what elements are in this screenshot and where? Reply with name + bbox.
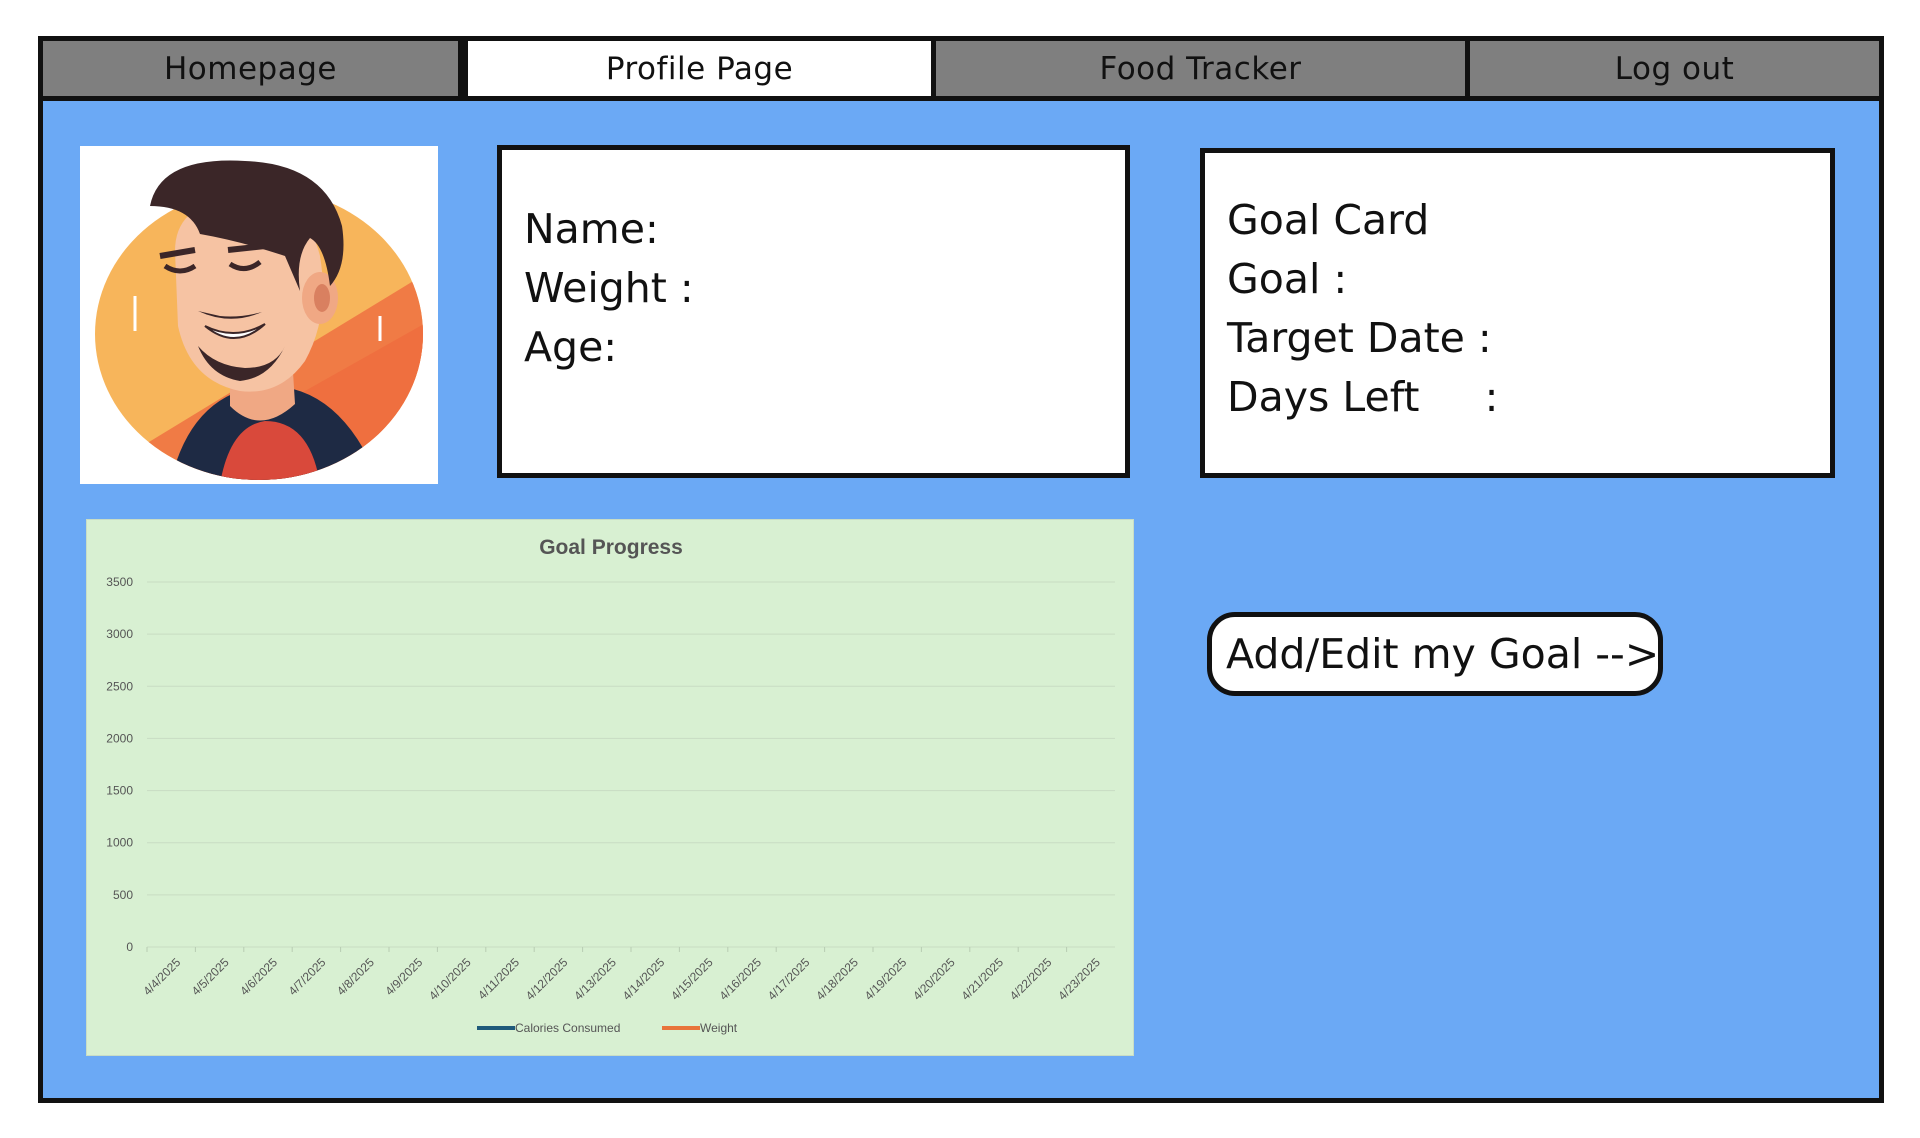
x-tick-label: 4/13/2025: [571, 955, 619, 1003]
goal-card-title: Goal Card: [1227, 196, 1430, 244]
profile-avatar: [80, 146, 438, 484]
x-tick-label: 4/6/2025: [237, 955, 280, 998]
x-tick-label: 4/15/2025: [668, 955, 716, 1003]
x-tick-label: 4/17/2025: [765, 955, 813, 1003]
y-tick-label: 1500: [106, 784, 133, 798]
tab-log-out[interactable]: Log out: [1470, 41, 1879, 96]
y-tick-label: 3500: [106, 575, 133, 589]
x-tick-label: 4/9/2025: [382, 955, 425, 998]
x-tick-label: 4/10/2025: [426, 955, 474, 1003]
add-edit-goal-button[interactable]: Add/Edit my Goal -->: [1207, 612, 1663, 696]
x-tick-label: 4/8/2025: [334, 955, 377, 998]
x-tick-label: 4/16/2025: [716, 955, 764, 1003]
legend-label: Weight: [700, 1021, 738, 1035]
x-tick-label: 4/20/2025: [910, 955, 958, 1003]
tab-homepage[interactable]: Homepage: [43, 41, 463, 96]
x-tick-label: 4/22/2025: [1007, 955, 1055, 1003]
x-tick-label: 4/5/2025: [189, 955, 232, 998]
goal-label: Goal :: [1227, 255, 1348, 303]
x-tick-label: 4/4/2025: [140, 955, 183, 998]
tab-food-tracker[interactable]: Food Tracker: [936, 41, 1470, 96]
smiling-man-avatar-icon: [95, 160, 423, 480]
y-tick-label: 2000: [106, 731, 133, 745]
days-left-label: Days Left :: [1227, 373, 1499, 421]
profile-info-card: Name: Weight : Age:: [497, 145, 1130, 478]
name-label: Name:: [524, 205, 659, 253]
goal-card: Goal Card Goal : Target Date : Days Left…: [1200, 148, 1835, 478]
y-tick-label: 0: [126, 940, 133, 954]
weight-label: Weight :: [524, 264, 694, 312]
legend-label: Calories Consumed: [515, 1021, 620, 1035]
x-tick-label: 4/19/2025: [862, 955, 910, 1003]
y-tick-label: 3000: [106, 627, 133, 641]
goal-progress-chart-svg: Goal Progress 3500 3000 2500 2000 1500 1000 500…: [106, 536, 1115, 1035]
tab-profile-page[interactable]: Profile Page: [463, 41, 936, 96]
x-tick-label: 4/18/2025: [813, 955, 861, 1003]
x-tick-label: 4/7/2025: [286, 955, 329, 998]
x-tick-label: 4/21/2025: [958, 955, 1006, 1003]
x-tick-label: 4/14/2025: [620, 955, 668, 1003]
y-tick-label: 500: [113, 888, 133, 902]
x-tick-label: 4/23/2025: [1055, 955, 1103, 1003]
top-nav-bar: Homepage Profile Page Food Tracker Log o…: [43, 41, 1879, 101]
x-tick-label: 4/12/2025: [523, 955, 571, 1003]
goal-progress-chart: Goal Progress 3500 3000 2500 2000 1500 1000 500…: [86, 519, 1134, 1056]
target-date-label: Target Date :: [1227, 314, 1492, 362]
y-tick-label: 2500: [106, 679, 133, 693]
age-label: Age:: [524, 323, 618, 371]
y-tick-label: 1000: [106, 836, 133, 850]
chart-title: Goal Progress: [539, 536, 683, 559]
x-tick-label: 4/11/2025: [475, 955, 522, 1002]
